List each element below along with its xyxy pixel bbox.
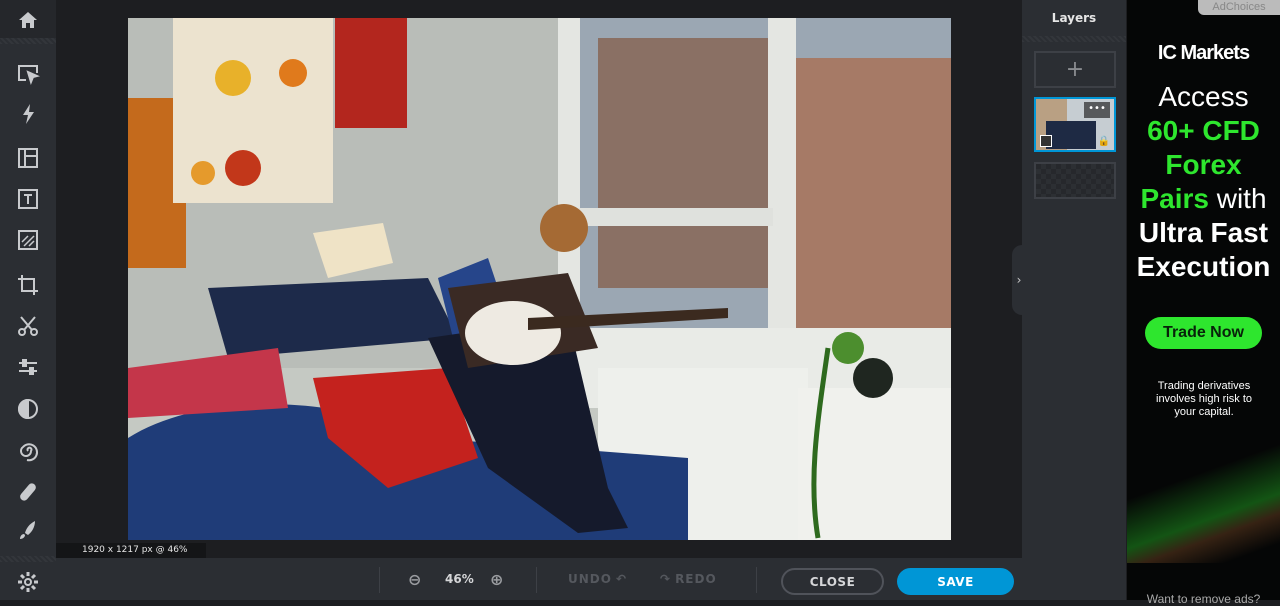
bottom-bar: ⊖ 46% ⊕ UNDO ↶ ↷ REDO CLOSE SAVE xyxy=(56,558,1126,600)
undo-label: UNDO xyxy=(568,572,612,586)
filter-icon[interactable] xyxy=(0,389,56,429)
canvas-image[interactable] xyxy=(128,18,951,540)
quick-fix-icon[interactable] xyxy=(0,94,56,134)
heal-icon[interactable] xyxy=(0,472,56,512)
ad-line: Pairs xyxy=(1140,183,1209,214)
redo-label: REDO xyxy=(675,572,717,586)
layout-icon[interactable] xyxy=(0,138,56,178)
zoom-level: 46% xyxy=(445,572,474,586)
save-button[interactable]: SAVE xyxy=(897,568,1014,595)
ad-cta-button[interactable]: Trade Now xyxy=(1145,317,1262,349)
layer-thumbnail-image[interactable]: ••• 🔒 xyxy=(1034,97,1116,152)
layers-title: Layers xyxy=(1051,11,1097,25)
left-toolbar xyxy=(0,0,56,600)
ad-line: 60+ CFD xyxy=(1147,115,1260,146)
settings-icon[interactable] xyxy=(0,562,56,602)
undo-button[interactable]: UNDO ↶ xyxy=(568,558,627,600)
home-icon[interactable] xyxy=(0,0,56,40)
ad-line: with xyxy=(1208,183,1267,214)
add-layer-button[interactable]: + xyxy=(1034,51,1116,88)
close-button[interactable]: CLOSE xyxy=(781,568,884,595)
canvas-workspace[interactable] xyxy=(56,0,1022,558)
element-icon[interactable] xyxy=(0,220,56,260)
ad-line: Access xyxy=(1158,81,1249,112)
remove-ads-link[interactable]: Want to remove ads? xyxy=(1127,592,1280,606)
adjust-icon[interactable] xyxy=(0,347,56,387)
text-icon[interactable] xyxy=(0,179,56,219)
adchoices-badge[interactable]: AdChoices xyxy=(1198,0,1280,15)
ad-disclaimer: Trading derivatives involves high risk t… xyxy=(1156,380,1252,418)
layers-panel: Layers + ••• 🔒 xyxy=(1022,0,1126,558)
lock-icon[interactable]: 🔒 xyxy=(1098,136,1110,147)
liquify-icon[interactable] xyxy=(0,431,56,471)
cutout-icon[interactable] xyxy=(0,306,56,346)
zoom-in-icon[interactable]: ⊕ xyxy=(490,558,504,600)
ad-line: Forex xyxy=(1165,149,1242,180)
arrange-icon[interactable] xyxy=(0,54,56,94)
advertisement[interactable]: AdChoices IC Markets Access 60+ CFD Fore… xyxy=(1127,0,1280,606)
layer-thumbnail-transparent[interactable] xyxy=(1034,162,1116,199)
ad-line: Execution xyxy=(1136,251,1271,282)
redo-icon: ↷ xyxy=(660,572,672,586)
image-layer-icon xyxy=(1040,135,1052,147)
ad-line: Ultra Fast xyxy=(1138,217,1269,248)
image-size-info: 1920 x 1217 px @ 46% xyxy=(56,543,206,558)
crop-icon[interactable] xyxy=(0,265,56,305)
ad-brand-logo: IC Markets xyxy=(1157,42,1250,64)
layer-more-icon[interactable]: ••• xyxy=(1084,102,1110,118)
zoom-out-icon[interactable]: ⊖ xyxy=(408,558,422,600)
redo-button[interactable]: ↷ REDO xyxy=(660,558,717,600)
brush-icon[interactable] xyxy=(0,510,56,550)
undo-icon: ↶ xyxy=(615,572,628,586)
